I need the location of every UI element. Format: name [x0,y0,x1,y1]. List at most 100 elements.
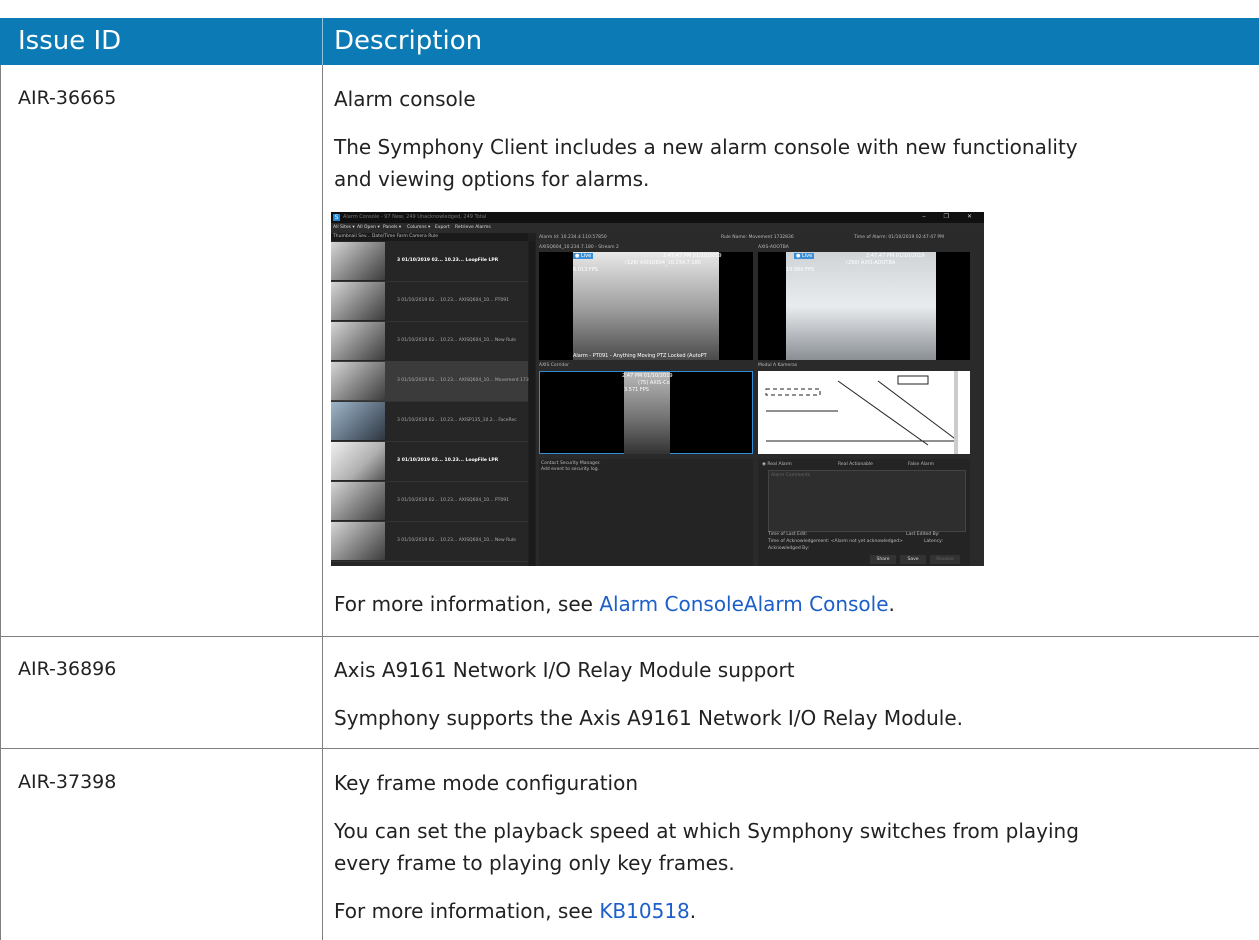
alarm-id-text: Alarm Id: 10.234.4.110:57850 [539,235,607,240]
alarm-row-text: 3 01/10/2019 02... 10.23... AXISQ604_10.… [397,298,509,303]
more-info: For more information, see Alarm ConsoleA… [334,588,895,620]
osd-fps: 3.571 FPS [624,387,649,393]
list-item: 3 01/10/2019 02... 10.23... AXISQ604_10.… [331,481,528,522]
comments-placeholder: Alarm Comments [771,473,811,478]
alarm-console-link[interactable]: Alarm ConsoleAlarm Console [599,592,888,616]
latency: Latency: [924,539,943,544]
list-item: 3 01/10/2019 02... 10.23... AXISP135_10.… [331,401,528,442]
alarm-row-text: 3 01/10/2019 02... 10.23... AXISQ604_10.… [397,338,516,343]
table-header: Issue ID Description [0,18,1259,65]
alarm-row-text: 3 01/10/2019 02... 10.23... AXISQ604_10.… [397,538,516,543]
list-item: 3 01/10/2019 02... 10.23... LoopFile LPR [331,441,528,482]
more-info: For more information, see KB10518. [334,895,696,927]
menu-export: Export [435,225,450,230]
screenshot-titlebar: S Alarm Console - 97 New, 249 Unacknowle… [331,212,984,223]
pane-label: AXIS Corridor [539,363,570,368]
issue-id: AIR-37398 [18,771,117,793]
table-row: AIR-37398 Key frame mode configuration Y… [0,749,1259,940]
more-info-suffix: . [689,899,697,923]
camera-pane: 2:47 PM 01/10/2019 (75) AXIS-Co 3.571 FP… [539,371,753,454]
list-item: 3 01/10/2019 02... 10.23... AXISQ604_10.… [331,521,528,562]
more-info-prefix: For more information, see [334,899,600,923]
menu-all-sites: All Sites ▾ [333,225,355,230]
alarm-thumbnail [331,442,385,480]
acknowledge-panel: ◉ Real Alarm Real Actionable False Alarm… [758,459,970,566]
alarm-thumbnail [331,402,385,440]
share-button: Share [870,555,896,564]
list-item: 3 01/10/2019 02... 10.23... AXISQ604_10.… [331,321,528,362]
time-of-alarm-text: Time of Alarm: 01/10/2019 02:47:47 PM [854,235,945,240]
osd-time: 2:47:47 PM 01/10/2019 [663,253,722,259]
pane-label: AXIS-AOOTBA [758,245,789,250]
alarm-row-text: 3 01/10/2019 02... 10.23... AXISQ604_10.… [397,378,534,383]
osd-time: 2:47 PM 01/10/2019 [622,373,673,379]
osd-name: (129) AXISQ604_10.234.7.180 [625,260,701,266]
radio-real-actionable: Real Actionable [838,462,873,467]
issue-body-line: The Symphony Client includes a new alarm… [334,135,1078,159]
pane-label: Modul A Kameras [758,363,798,368]
note-line: Contact Security Manager. [541,461,601,466]
more-info-prefix: For more information, see [334,592,600,616]
alarm-row-text: 3 01/10/2019 02... 10.23... LoopFile LPR [397,458,499,463]
screenshot-title: Alarm Console - 97 New, 249 Unacknowledg… [343,214,487,220]
menu-columns: Columns ▾ [407,225,431,230]
radio-real-alarm-label: Real Alarm [767,462,792,467]
comments-box: Alarm Comments [768,470,966,532]
issue-title: Key frame mode configuration [334,771,639,795]
camera-badge: ● Live [573,253,594,259]
time-acknowledgement: Time of Acknowledgement: <Alarm not yet … [768,539,903,544]
alarm-row-text: 3 01/10/2019 02... 10.23... AXISP135_10.… [397,418,517,423]
issue-body-line: and viewing options for alarms. [334,167,650,191]
time-last-edit: Time of Last Edit: [768,532,808,537]
pane-label: AXISQ604_10.234.7.180 - Stream 2 [539,245,619,250]
alarm-list-header-text: Thumbnail Sev... Date/Time Farm Camera R… [333,234,439,239]
window-controls-icon: ‒ ❐ ✕ [921,213,980,220]
rule-name-text: Rule Name: Movement 1732836 [721,235,794,240]
osd-status: Alarm - PT091 - Anything Moving PTZ Lock… [573,353,707,359]
alarm-thumbnail [331,242,385,280]
alarm-thumbnail [331,282,385,320]
menu-retrieve-alarms: Retrieve Alarms [455,225,491,230]
floor-plan-drawing [765,371,959,454]
table-row: AIR-36896 Axis A9161 Network I/O Relay M… [0,636,1259,749]
issue-id: AIR-36896 [18,658,117,680]
osd-fps: 10.000 FPS [786,267,815,273]
issue-body-line: Symphony supports the Axis A9161 Network… [334,706,964,730]
more-info-suffix: . [888,592,895,616]
camera-pane: ● Live 2:47:47 PM 01/10/2019 (290) AXIS-… [758,252,970,360]
alarm-row-text: 3 01/10/2019 02... 10.23... AXISQ604_10.… [397,498,509,503]
alarm-detail-panel: Alarm Id: 10.234.4.110:57850 Rule Name: … [536,233,984,566]
alarm-thumbnail [331,522,385,560]
list-item: 3 01/10/2019 02... 10.23... AXISQ604_10.… [331,281,528,322]
top-spacer [0,0,1259,18]
kb10518-link[interactable]: KB10518 [599,899,689,923]
alarm-list-scrollbar [529,241,535,566]
note-line: Add event to security log. [541,467,600,472]
radio-real-alarm: ◉ Real Alarm [762,462,792,467]
alarm-list: 3 01/10/2019 02... 10.23... LoopFile LPR… [331,241,533,566]
resolve-button: Resolve [930,555,960,564]
alarm-list-header: Thumbnail Sev... Date/Time Farm Camera R… [331,233,528,241]
alarm-thumbnail [331,362,385,400]
menu-panels: Panels ▾ [383,225,402,230]
symphony-logo-icon: S [333,214,340,221]
header-description: Description [334,26,483,56]
camera-pane: ● Live 2:47:47 PM 01/10/2019 (129) AXISQ… [539,252,753,360]
header-issue-id: Issue ID [18,26,122,56]
issue-body-line: You can set the playback speed at which … [334,819,1079,843]
notes-panel: Contact Security Manager. Add event to s… [539,459,753,566]
alarm-row-text: 3 01/10/2019 02... 10.23... LoopFile LPR [397,258,499,263]
osd-name: (290) AXIS-AOOTBA [846,260,896,266]
osd-fps: 6.013 FPS [573,267,598,273]
issue-id: AIR-36665 [18,87,117,109]
last-edited-by: Last Edited By: [906,532,940,537]
osd-time: 2:47:47 PM 01/10/2019 [866,253,925,259]
camera-badge: ● Live [794,253,815,259]
list-item: 3 01/10/2019 02... 10.23... LoopFile LPR [331,241,528,282]
issue-title: Axis A9161 Network I/O Relay Module supp… [334,658,795,682]
issue-body-line: every frame to playing only key frames. [334,851,735,875]
floor-plan [758,371,970,454]
radio-false-alarm: False Alarm [908,462,934,467]
header-divider [322,18,323,65]
alarm-console-screenshot: S Alarm Console - 97 New, 249 Unacknowle… [331,212,984,566]
